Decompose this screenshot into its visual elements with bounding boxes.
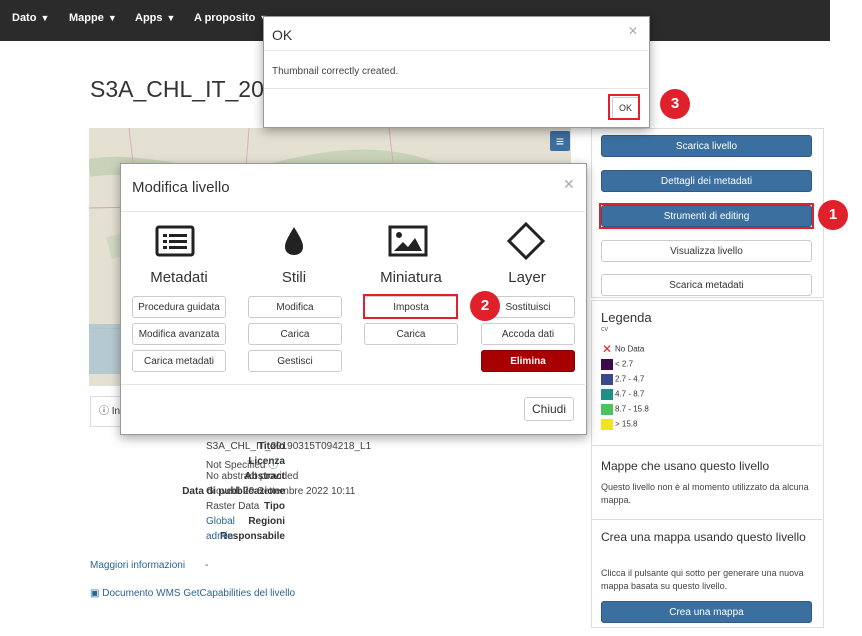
legend-item: > 15.8 — [601, 419, 637, 430]
legend-swatch — [601, 374, 613, 385]
image-icon — [388, 224, 428, 260]
legend-item: 8.7 - 15.8 — [601, 404, 649, 415]
modal-title: Modifica livello — [132, 179, 230, 196]
ok-dialog-title: OK — [272, 27, 293, 43]
info-row-responsabile: Responsabile admin — [206, 531, 285, 542]
droplet-icon — [274, 224, 314, 260]
info-row-abstract: Abstract No abstract provided — [206, 471, 299, 482]
no-data-x-icon: ✕ — [601, 342, 613, 356]
highlight-editing-tools — [599, 203, 814, 229]
info-circle-icon[interactable]: ⓘ — [268, 460, 278, 471]
step-badge-2: 2 — [470, 291, 500, 321]
divider — [264, 50, 648, 51]
legend-item: < 2.7 — [601, 359, 633, 370]
view-layer-button[interactable]: Visualizza livello — [601, 240, 812, 262]
map-icon: ▣ — [90, 588, 100, 599]
edit-style-button[interactable]: Modifica — [248, 296, 342, 318]
column-heading-metadati: Metadati — [150, 269, 208, 286]
nav-item-mappe[interactable]: Mappe ▼ — [69, 12, 117, 24]
nav-item-a-proposito[interactable]: A proposito▼ — [194, 12, 268, 24]
info-row-licenza: Licenza Not Specified ⓘ — [206, 456, 285, 471]
manage-styles-button[interactable]: Gestisci — [248, 350, 342, 372]
legend-swatch — [601, 404, 613, 415]
info-row-titolo: Titolo S3A_CHL_IT_20190315T094218_L1 — [206, 441, 372, 452]
chevron-down-icon: ▼ — [40, 13, 50, 23]
nav-item-apps[interactable]: Apps ▼ — [135, 12, 175, 24]
legend-swatch — [601, 359, 613, 370]
highlight-set-thumbnail — [363, 294, 458, 319]
step-badge-3: 3 — [660, 89, 690, 119]
wms-capabilities-link[interactable]: ▣ Documento WMS GetCapabilities del live… — [90, 588, 295, 599]
legend-swatch — [601, 419, 613, 430]
close-modal-button[interactable]: Chiudi — [524, 397, 574, 421]
more-info-value: - — [205, 560, 209, 571]
more-info-link[interactable]: Maggiori informazioni — [90, 560, 185, 571]
download-metadata-button[interactable]: Scarica metadati — [601, 274, 812, 296]
divider — [591, 445, 822, 446]
divider — [121, 211, 585, 212]
page-title: S3A_CHL_IT_2019 — [90, 76, 290, 102]
info-row-tipo: Tipo Raster Data — [206, 501, 285, 512]
chevron-down-icon: ▼ — [166, 13, 176, 23]
metadata-details-button[interactable]: Dettagli dei metadati — [601, 170, 812, 192]
legend-swatch — [601, 389, 613, 400]
divider — [121, 384, 585, 385]
chevron-down-icon: ▼ — [107, 13, 117, 23]
legend-title: Legenda — [601, 310, 652, 325]
column-heading-miniatura: Miniatura — [380, 269, 442, 286]
legend-item: 4.7 - 8.7 — [601, 389, 644, 400]
append-data-button[interactable]: Accoda dati — [481, 323, 575, 345]
ok-dialog-message: Thumbnail correctly created. — [272, 66, 399, 77]
legend-item: 2.7 - 4.7 — [601, 374, 644, 385]
step-badge-1: 1 — [818, 200, 848, 230]
maps-using-layer-heading: Mappe che usano questo livello — [601, 459, 770, 473]
create-map-button[interactable]: Crea una mappa — [601, 601, 812, 623]
divider — [591, 519, 822, 520]
highlight-ok-button — [608, 94, 640, 120]
info-row-regioni: Regioni Global — [206, 516, 285, 527]
download-layer-button[interactable]: Scarica livello — [601, 135, 812, 157]
close-icon[interactable]: ✕ — [563, 176, 575, 193]
upload-thumbnail-button[interactable]: Carica — [364, 323, 458, 345]
upload-metadata-button[interactable]: Carica metadati — [132, 350, 226, 372]
upload-style-button[interactable]: Carica — [248, 323, 342, 345]
column-heading-stili: Stili — [281, 269, 307, 286]
info-icon: ⓘ — [99, 406, 109, 417]
close-icon[interactable]: ✕ — [628, 24, 638, 38]
diamond-icon — [506, 221, 546, 261]
legend-item: ✕ No Data — [601, 342, 645, 356]
legend-subtitle: cv — [601, 326, 608, 333]
divider — [264, 88, 648, 89]
delete-layer-button[interactable]: Elimina — [481, 350, 575, 372]
list-icon — [155, 224, 195, 260]
nav-item-dato[interactable]: Dato ▼ — [12, 12, 49, 24]
map-menu-icon[interactable]: ≡ — [550, 131, 570, 151]
info-row-data-pubblicazione: Data di pubblicazione Giovedì 29 Settemb… — [182, 486, 356, 497]
advanced-edit-button[interactable]: Modifica avanzata — [132, 323, 226, 345]
guided-procedure-button[interactable]: Procedura guidata — [132, 296, 226, 318]
create-map-text: Clicca il pulsante qui sotto per generar… — [601, 568, 804, 591]
maps-using-layer-text: Questo livello non è al momento utilizza… — [601, 482, 809, 505]
column-heading-layer: Layer — [508, 269, 546, 286]
create-map-heading: Crea una mappa usando questo livello — [601, 530, 806, 544]
